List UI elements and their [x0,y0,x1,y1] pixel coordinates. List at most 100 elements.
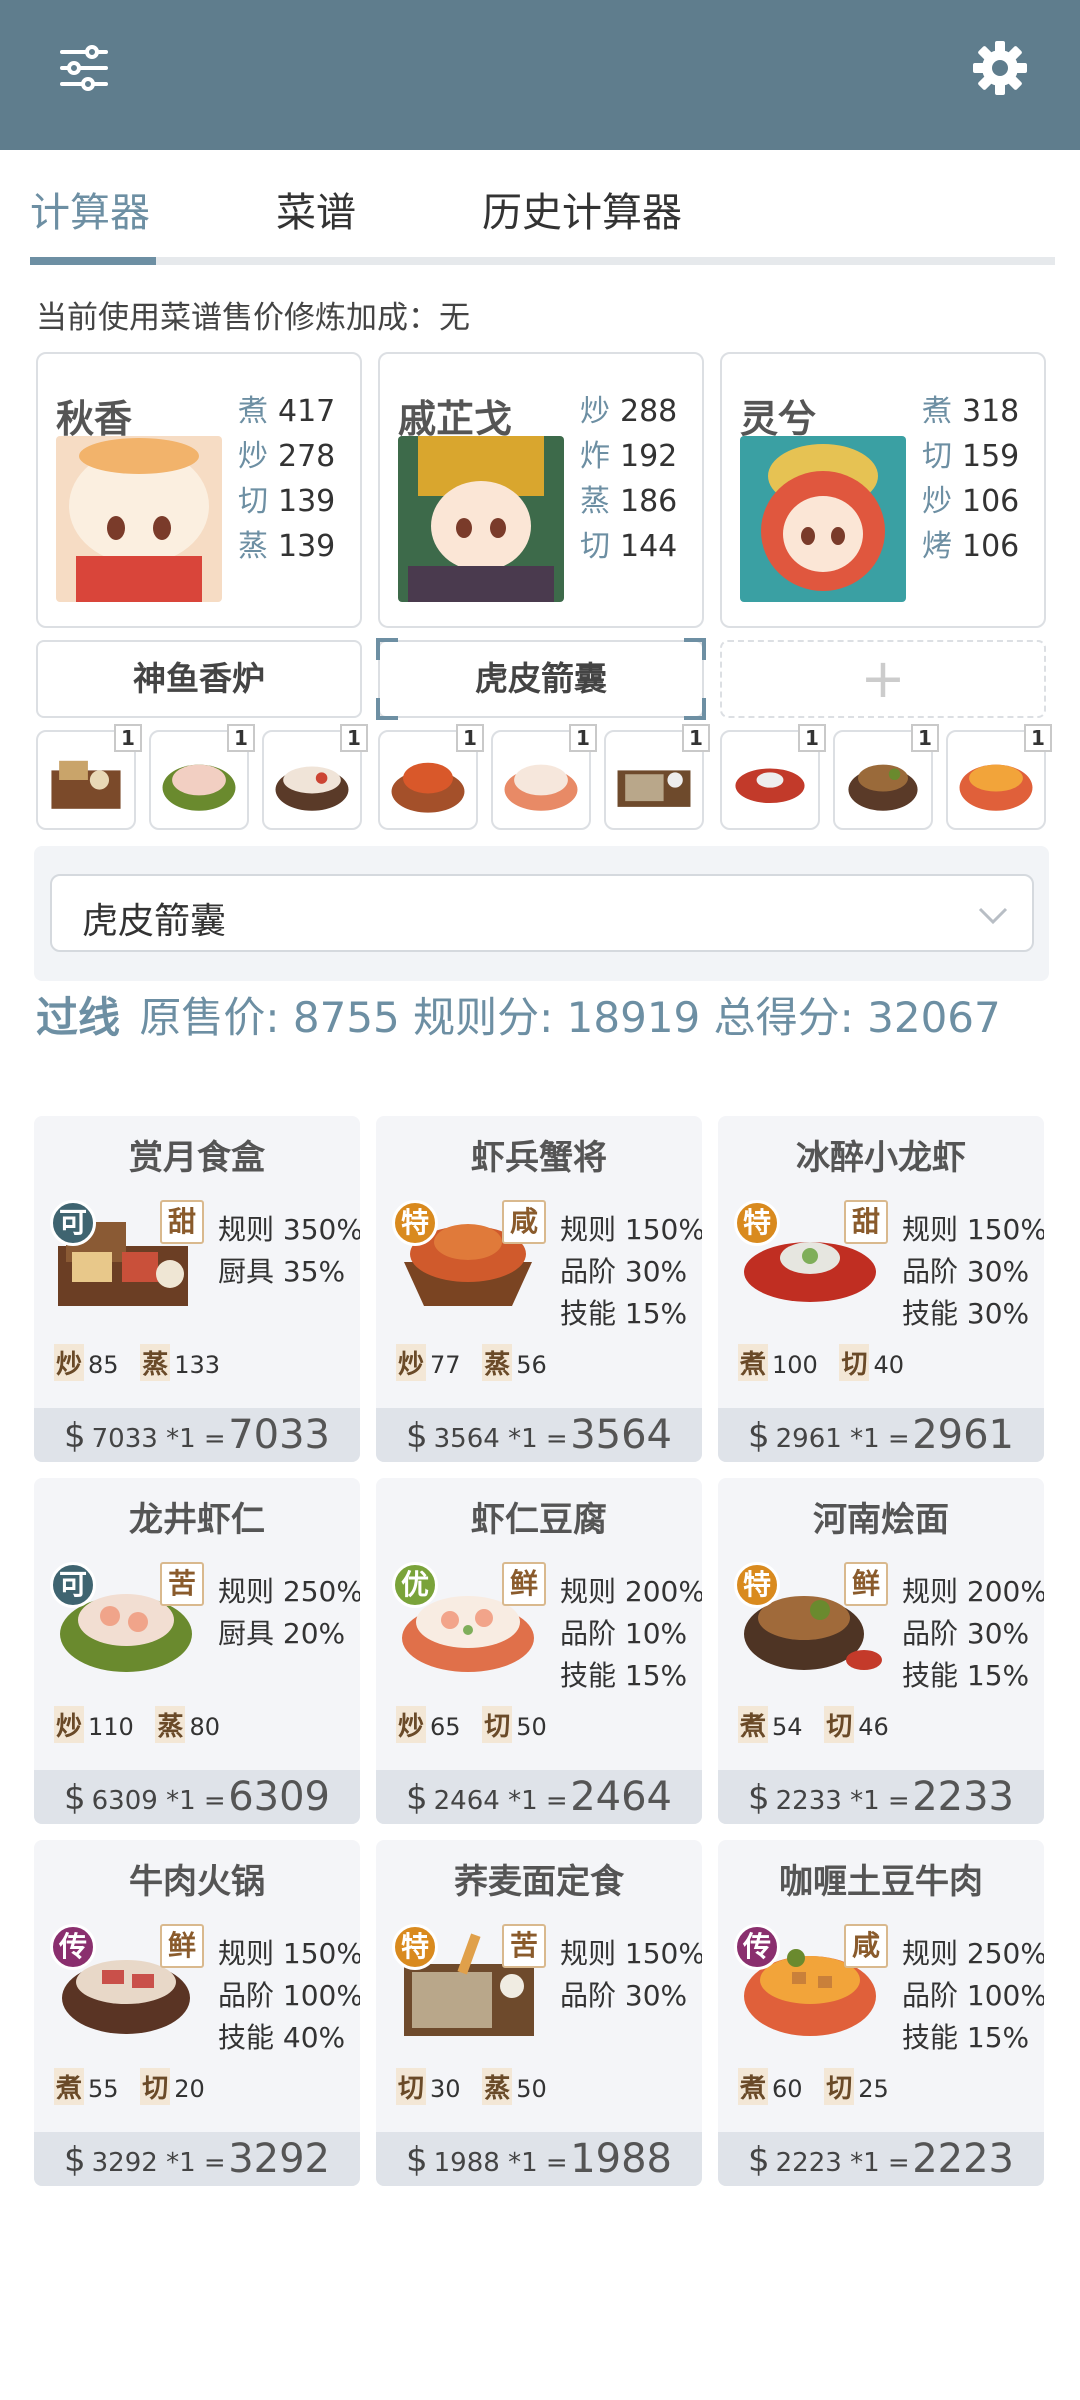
dollar-icon: $ [406,1416,428,1456]
dish-thumb[interactable]: 1 [149,724,255,830]
recipe-card[interactable]: 牛肉火锅 传 鲜 规则 150% 品阶 100% 技能 40% 煮 55 切 20 … [34,1840,360,2186]
chef-name: 秋香 [56,397,133,441]
bonus-line: 规则 150% [218,1937,360,1970]
recipe-card[interactable]: 咖喱土豆牛肉 传 咸 规则 250% 品阶 100% 技能 15% 煮 60 切2… [718,1840,1044,2186]
dish-count: 1 [114,724,142,752]
app-header [0,0,1080,150]
bonus-line: 规则 350% [218,1213,360,1246]
bonus-line: 规则 200% [560,1575,702,1608]
dish-thumb[interactable]: 1 [946,724,1052,830]
dish-thumb[interactable]: 1 [378,724,484,830]
price-total: 3564 [570,1412,672,1458]
score-summary: 过线 原售价: 8755 规则分: 18919 总得分: 32067 [36,990,1046,1046]
bonus-line: 厨具 35% [218,1255,346,1288]
dish-count: 1 [911,724,939,752]
rarity-badge: 特 [392,1200,438,1246]
dollar-icon: $ [748,2140,770,2180]
bonus-line: 品阶 100% [218,1979,360,2012]
bonus-line: 品阶 30% [560,1979,688,2012]
rarity-badge: 特 [734,1562,780,1608]
chef-stat: 蒸 139 [238,529,336,564]
select-value: 虎皮箭囊 [82,901,227,942]
dollar-icon: $ [406,1778,428,1818]
dollar-icon: $ [64,1778,86,1818]
recipe-card[interactable]: 河南烩面 特 鲜 规则 200% 品阶 30% 技能 15% 煮 54 切 46 $… [718,1478,1044,1824]
flavor-tag: 咸 [844,1924,888,1968]
dish-thumb[interactable]: 1 [720,724,826,830]
recipe-card[interactable]: 虾仁豆腐 优 鲜 规则 200% 品阶 10% 技能 15% 炒 65 切 50 $… [376,1478,702,1824]
chef-stat: 炒 278 [238,439,336,474]
chef-card-1[interactable]: 秋香 煮 417 炒 278 切 139 蒸 139 [36,352,362,628]
dish-thumb[interactable]: 1 [604,724,710,830]
price-formula: 2961 *1 = [775,1424,910,1454]
recipe-name: 河南烩面 [813,1500,949,1540]
dollar-icon: $ [406,2140,428,2180]
rarity-badge: 可 [50,1562,96,1608]
bonus-line: 规则 150% [560,1937,702,1970]
price-row: $2464 *1 = 2464 [376,1770,702,1824]
skill-requirements: 炒 110 蒸 80 [54,1706,234,1743]
active-tab-indicator [30,257,156,265]
pass-label: 过线 [36,993,121,1042]
price-formula: 2223 *1 = [775,2148,910,2178]
chef-name: 灵兮 [740,397,817,441]
flavor-tag: 鲜 [160,1924,204,1968]
price-row: $2233 *1 = 2233 [718,1770,1044,1824]
price-total: 2233 [912,1774,1014,1820]
dish-count: 1 [1024,724,1052,752]
equipment-slot-2[interactable]: 虎皮箭囊 [376,638,706,720]
item-select-dropdown[interactable]: 虎皮箭囊 [50,874,1034,952]
flavor-tag: 鲜 [502,1562,546,1606]
selection-corner [376,638,398,660]
selection-corner [376,698,398,720]
price-formula: 1988 *1 = [433,2148,568,2178]
skill-requirements: 煮 60 切 25 [738,2068,903,2105]
recipe-card[interactable]: 荞麦面定食 特 苦 规则 150% 品阶 30% 切 30 蒸 50 $1988 *… [376,1840,702,2186]
item-select-panel: 虎皮箭囊 [34,846,1049,981]
bonus-line: 技能 15% [560,1659,688,1692]
chef-stat: 蒸 186 [580,484,678,519]
recipe-card[interactable]: 赏月食盒 可 甜 规则 350% 厨具 35% 炒 85 蒸 133 $7033 *… [34,1116,360,1462]
bonus-line: 规则 200% [902,1575,1044,1608]
recipe-card[interactable]: 龙井虾仁 可 苦 规则 250% 厨具 20% 炒 110 蒸 80 $6309 *… [34,1478,360,1824]
flavor-tag: 甜 [160,1200,204,1244]
dish-thumb[interactable]: 1 [262,724,368,830]
recipe-name: 赏月食盒 [129,1138,265,1178]
skill-requirements: 炒 65 切 50 [396,1706,561,1743]
chef-card-3[interactable]: 灵兮 煮 318 切 159 炒 106 烤 106 [720,352,1046,628]
chef-card-2[interactable]: 戚芷戈 炒 288 炸 192 蒸 186 切 144 [378,352,704,628]
recipe-name: 虾兵蟹将 [471,1138,607,1178]
skill-requirements: 炒 85 蒸 133 [54,1344,234,1381]
gear-icon[interactable] [970,38,1030,98]
bonus-line: 规则 150% [902,1213,1044,1246]
sliders-icon[interactable] [58,42,110,94]
dish-thumb[interactable]: 1 [491,724,597,830]
price-total: 6309 [228,1774,330,1820]
tab-calculator[interactable]: 计算器 [30,180,150,238]
price-formula: 3292 *1 = [91,2148,226,2178]
dish-count: 1 [798,724,826,752]
bonus-line: 技能 15% [902,1659,1030,1692]
recipe-card[interactable]: 冰醉小龙虾 特 甜 规则 150% 品阶 30% 技能 30% 煮 100 切 40… [718,1116,1044,1462]
flavor-tag: 苦 [502,1924,546,1968]
skill-requirements: 煮 100 切 40 [738,1344,918,1381]
tab-history-calculator[interactable]: 历史计算器 [482,180,682,238]
dish-thumb[interactable]: 1 [36,724,142,830]
equipment-slot-1[interactable]: 神鱼香炉 [36,640,362,718]
bonus-line: 规则 250% [218,1575,360,1608]
price-total: 3292 [228,2136,330,2182]
skill-requirements: 煮 55 切 20 [54,2068,219,2105]
add-equipment-button[interactable]: + [720,640,1046,718]
original-price-label: 原售价: [139,993,280,1042]
bonus-line: 技能 30% [902,1297,1030,1330]
price-total: 1988 [570,2136,672,2182]
dish-thumb[interactable]: 1 [833,724,939,830]
recipe-card[interactable]: 虾兵蟹将 特 咸 规则 150% 品阶 30% 技能 15% 炒 77 蒸 56 $… [376,1116,702,1462]
price-row: $2961 *1 = 2961 [718,1408,1044,1462]
bonus-line: 品阶 30% [902,1255,1030,1288]
recipe-name: 冰醉小龙虾 [796,1138,966,1178]
bonus-line: 品阶 100% [902,1979,1044,2012]
tab-recipes[interactable]: 菜谱 [276,180,356,238]
bonus-line: 规则 150% [560,1213,702,1246]
recipe-name: 虾仁豆腐 [471,1500,607,1540]
